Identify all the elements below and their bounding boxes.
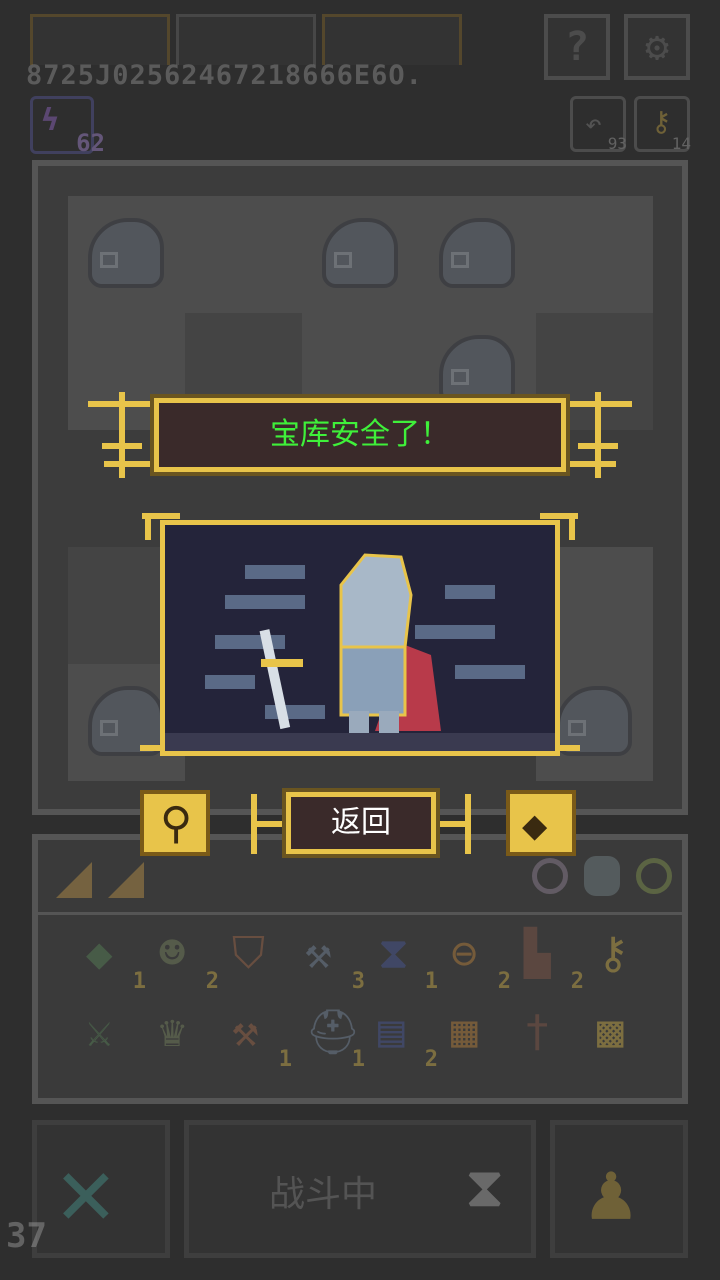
- shield-icon: ⛉: [232, 928, 265, 979]
- inventory-item[interactable]: ⚷: [593, 928, 649, 984]
- energy-value: 62: [76, 129, 105, 157]
- sword-icon: ⚔: [86, 1006, 113, 1057]
- back-button[interactable]: 返回: [282, 788, 440, 858]
- cancel-button[interactable]: ✕: [32, 1120, 170, 1258]
- inventory-item[interactable]: ⛑ 1: [301, 1006, 365, 1072]
- inventory-count: 1: [424, 969, 438, 994]
- undo-button[interactable]: ↶ 93: [570, 96, 627, 153]
- key-button[interactable]: ⚲: [140, 790, 210, 856]
- ring-icon: ⊖: [451, 928, 478, 979]
- pawn-button[interactable]: ♟: [550, 1120, 688, 1258]
- help-button[interactable]: ?: [544, 14, 610, 80]
- turn-counter: 37: [6, 1216, 47, 1256]
- pawn-icon: ♟: [587, 1145, 636, 1238]
- inventory-count: 2: [424, 1047, 438, 1072]
- hourglass-icon: ⧗: [465, 1155, 505, 1220]
- boot-icon: ▙: [524, 928, 551, 979]
- inventory-item[interactable]: ▤ 2: [374, 1006, 438, 1072]
- board-cell[interactable]: [419, 196, 536, 313]
- key-counter: ⚷ 14: [634, 96, 691, 153]
- battle-axe-icon: ⚒: [232, 1006, 259, 1057]
- battle-status-label: 战斗中: [269, 1174, 378, 1215]
- inventory-count: 1: [132, 969, 146, 994]
- board-cell[interactable]: [536, 196, 653, 313]
- map-icon: ▦: [451, 1006, 478, 1057]
- potion-icon: [584, 856, 620, 896]
- inventory-item[interactable]: ▩: [593, 1006, 649, 1062]
- dagger-icon: †: [524, 1006, 551, 1057]
- inventory-count: 2: [205, 969, 219, 994]
- inventory-count: 2: [497, 969, 511, 994]
- rune-icon: ▩: [597, 1006, 624, 1057]
- scroll-icon: ▤: [378, 1006, 405, 1057]
- inventory-item[interactable]: ⊖ 2: [447, 928, 511, 994]
- undo-count: 93: [607, 134, 627, 153]
- inventory-item[interactable]: ▙ 2: [520, 928, 584, 994]
- inventory-item[interactable]: ⚒ 1: [228, 1006, 292, 1072]
- inventory-item[interactable]: ☻ 2: [155, 928, 219, 994]
- emerald-gem-icon: ◆: [86, 928, 113, 979]
- board-cell[interactable]: [302, 196, 419, 313]
- inventory-item[interactable]: ◆ 1: [82, 928, 146, 994]
- knight-illustration: [165, 553, 555, 751]
- top-tab-3[interactable]: [322, 14, 462, 65]
- undo-icon: ↶: [585, 107, 602, 140]
- inventory-panel: ◆ 1 ☻ 2 ⛉ ⚒ 3 ⧗ 1 ⊖ 2 ▙ 2 ⚷ ⚔ ♛ ⚒ 1 ⛑ 1 ▤ 2 ▦ † ▩: [32, 834, 688, 1104]
- key-count: 14: [671, 134, 691, 153]
- inventory-count: 1: [351, 1047, 365, 1072]
- ghost-enemy-icon: [439, 218, 515, 288]
- inventory-item[interactable]: ⛉: [228, 928, 284, 984]
- inventory-item[interactable]: ♛: [155, 1006, 211, 1062]
- crown-icon: ♛: [159, 1006, 186, 1057]
- board-cell[interactable]: [68, 196, 185, 313]
- settings-button[interactable]: ⚙: [624, 14, 690, 80]
- battle-status-button[interactable]: 战斗中 ⧗: [184, 1120, 536, 1258]
- key-icon: ⚷: [597, 928, 630, 979]
- close-icon: ✕: [57, 1135, 115, 1247]
- inventory-count: 2: [570, 969, 584, 994]
- inventory-item[interactable]: ⧗ 1: [374, 928, 438, 994]
- keyhole-icon: ⚲: [160, 798, 193, 849]
- lightning-icon: ϟ: [41, 103, 60, 138]
- gem-button[interactable]: ◆: [506, 790, 576, 856]
- gear-icon: ⚙: [644, 24, 670, 70]
- card-icon: [56, 862, 92, 898]
- ghost-enemy-icon: [88, 218, 164, 288]
- key-icon: ⚷: [651, 105, 672, 138]
- card-icon: [108, 862, 144, 898]
- goblin-icon: ☻: [159, 928, 186, 979]
- dialog-title: 宝库安全了！: [270, 417, 450, 452]
- inventory-item[interactable]: †: [520, 1006, 576, 1062]
- gem-icon: ◆: [522, 800, 548, 849]
- axe-icon: ⚒: [305, 928, 332, 979]
- top-tab-1[interactable]: [30, 14, 170, 65]
- energy-counter: ϟ 62: [30, 96, 105, 157]
- inventory-count: 1: [278, 1047, 292, 1072]
- victory-image: [160, 520, 560, 756]
- inventory-item[interactable]: ⚔: [82, 1006, 138, 1062]
- hourglass-icon: ⧗: [378, 928, 409, 979]
- inventory-divider: [38, 912, 682, 915]
- board-cell[interactable]: [185, 196, 302, 313]
- amulet-icon: [636, 858, 672, 894]
- inventory-count: 3: [351, 969, 365, 994]
- inventory-item[interactable]: ⚒ 3: [301, 928, 365, 994]
- seed-text: 8725J02562467218666E6O.: [26, 60, 423, 91]
- inventory-item[interactable]: ▦: [447, 1006, 503, 1062]
- dialog-banner: 宝库安全了！: [150, 394, 570, 476]
- orb-icon: [532, 858, 568, 894]
- ghost-enemy-icon: [322, 218, 398, 288]
- top-tab-2[interactable]: [176, 14, 316, 65]
